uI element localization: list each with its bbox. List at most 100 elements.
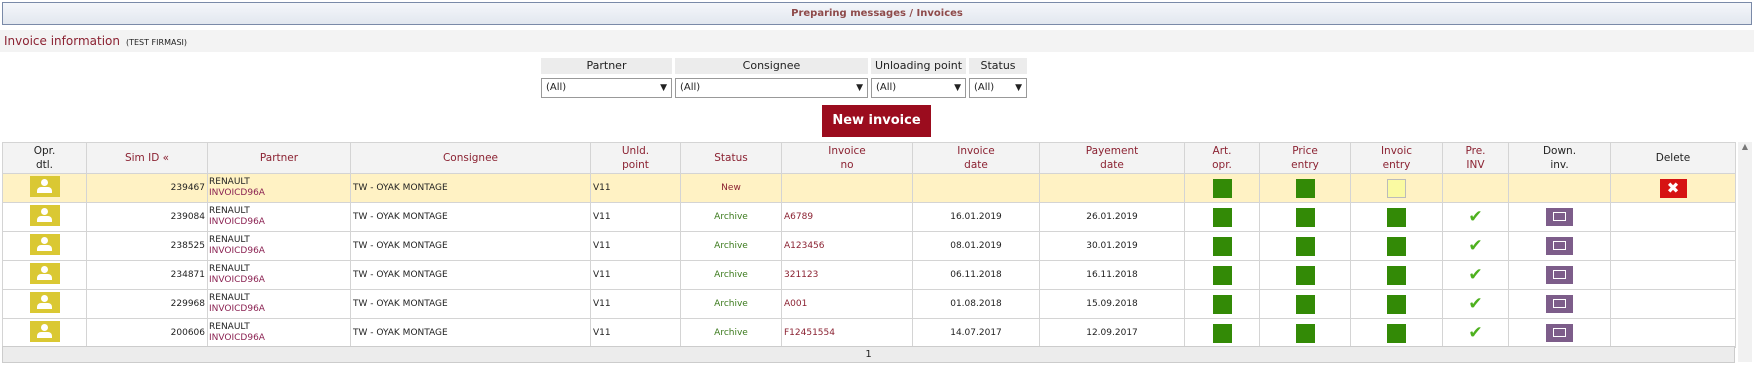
scroll-up-icon[interactable]: ▲: [1738, 142, 1752, 151]
table-row[interactable]: 229968 RENAULT INVOICD96A TW - OYAK MONTA…: [2, 289, 1736, 319]
art-opr-button[interactable]: [1212, 323, 1232, 343]
status-cell: Archive: [680, 289, 782, 319]
consignee-cell: TW - OYAK MONTAGE: [350, 202, 591, 232]
filter-unloading-select[interactable]: (All) ▼: [871, 78, 966, 98]
dropdown-arrow-icon: ▼: [954, 83, 961, 93]
price-entry-button[interactable]: [1295, 236, 1315, 256]
dropdown-arrow-icon: ▼: [1015, 83, 1022, 93]
info-title: Invoice information: [4, 34, 120, 48]
opr-detail-button[interactable]: [29, 321, 60, 342]
delete-cell: [1610, 202, 1736, 232]
col-partner[interactable]: Partner: [207, 142, 351, 174]
table-row[interactable]: 238525 RENAULT INVOICD96A TW - OYAK MONTA…: [2, 231, 1736, 261]
opr-detail-button[interactable]: [29, 176, 60, 197]
col-consignee[interactable]: Consignee: [350, 142, 591, 174]
opr-detail-button[interactable]: [29, 234, 60, 255]
filter-unloading-value: (All): [876, 82, 897, 93]
filter-consignee-select[interactable]: (All) ▼: [675, 78, 868, 98]
filter-status-select[interactable]: (All) ▼: [969, 78, 1027, 98]
table-scrollbar[interactable]: ▲: [1738, 142, 1752, 362]
invoic-entry-button[interactable]: [1387, 323, 1406, 343]
filter-unloading-label: Unloading point: [871, 58, 966, 74]
download-invoice-button[interactable]: [1546, 324, 1573, 342]
col-invoice-no[interactable]: Invoice no: [781, 142, 913, 174]
page-number[interactable]: 1: [865, 349, 871, 360]
delete-button[interactable]: ✖: [1659, 178, 1687, 198]
delete-cell: [1610, 260, 1736, 290]
info-bar: Invoice information (TEST FIRMASI): [0, 30, 1754, 52]
unld-point-cell: V11: [590, 318, 681, 348]
opr-detail-button[interactable]: [29, 292, 60, 313]
status-cell: New: [680, 173, 782, 203]
consignee-cell: TW - OYAK MONTAGE: [350, 289, 591, 319]
filter-status-label: Status: [969, 58, 1027, 74]
payment-date-cell: 30.01.2019: [1039, 231, 1185, 261]
table-row[interactable]: 239467 RENAULT INVOICD96A TW - OYAK MONTA…: [2, 173, 1736, 203]
new-invoice-button[interactable]: New invoice: [822, 105, 931, 137]
col-invoice-date[interactable]: Invoice date: [912, 142, 1040, 174]
table-row[interactable]: 200606 RENAULT INVOICD96A TW - OYAK MONTA…: [2, 318, 1736, 348]
delete-cell: [1610, 231, 1736, 261]
check-icon: ✔: [1468, 207, 1483, 227]
download-card-icon: [1553, 328, 1566, 337]
payment-date-cell: 16.11.2018: [1039, 260, 1185, 290]
invoice-date-cell: 01.08.2018: [912, 289, 1040, 319]
filter-consignee-label: Consignee: [675, 58, 868, 74]
download-card-icon: [1553, 241, 1566, 250]
filter-partner-select[interactable]: (All) ▼: [541, 78, 672, 98]
art-opr-button[interactable]: [1212, 236, 1232, 256]
download-invoice-button[interactable]: [1546, 295, 1573, 313]
download-invoice-button[interactable]: [1546, 266, 1573, 284]
col-invoic-entry[interactable]: Invoic entry: [1350, 142, 1443, 174]
invoice-no-cell: A001: [781, 289, 913, 319]
invoic-entry-button[interactable]: [1387, 265, 1406, 285]
invoic-entry-button[interactable]: [1387, 207, 1406, 227]
status-cell: Archive: [680, 260, 782, 290]
col-price-entry[interactable]: Price entry: [1259, 142, 1351, 174]
col-unld-point[interactable]: Unld. point: [590, 142, 681, 174]
invoic-entry-button[interactable]: [1387, 236, 1406, 256]
invoic-entry-button[interactable]: [1387, 178, 1406, 198]
opr-detail-button[interactable]: [29, 205, 60, 226]
art-opr-button[interactable]: [1212, 294, 1232, 314]
partner-cell: RENAULT INVOICD96A: [207, 289, 351, 319]
price-entry-button[interactable]: [1295, 207, 1315, 227]
company-name: (TEST FIRMASI): [125, 38, 188, 47]
close-icon: ✖: [1666, 178, 1680, 197]
price-entry-button[interactable]: [1295, 178, 1315, 198]
download-invoice-button[interactable]: [1546, 237, 1573, 255]
art-opr-button[interactable]: [1212, 265, 1232, 285]
col-payment-date[interactable]: Payement date: [1039, 142, 1185, 174]
filter-partner-label: Partner: [541, 58, 672, 74]
art-opr-button[interactable]: [1212, 178, 1232, 198]
col-art-opr[interactable]: Art. opr.: [1184, 142, 1260, 174]
col-pre-inv[interactable]: Pre. INV: [1442, 142, 1509, 174]
table-row[interactable]: 239084 RENAULT INVOICD96A TW - OYAK MONTA…: [2, 202, 1736, 232]
invoic-entry-button[interactable]: [1387, 294, 1406, 314]
price-entry-button[interactable]: [1295, 294, 1315, 314]
check-icon: ✔: [1468, 236, 1483, 256]
sim-id-cell: 239467: [86, 173, 208, 203]
invoice-no-cell: A6789: [781, 202, 913, 232]
partner-cell: RENAULT INVOICD96A: [207, 260, 351, 290]
opr-detail-button[interactable]: [29, 263, 60, 284]
payment-date-cell: 26.01.2019: [1039, 202, 1185, 232]
check-icon: ✔: [1468, 265, 1483, 285]
col-status[interactable]: Status: [680, 142, 782, 174]
price-entry-button[interactable]: [1295, 265, 1315, 285]
art-opr-button[interactable]: [1212, 207, 1232, 227]
page-title: Preparing messages / Invoices: [791, 8, 963, 19]
download-card-icon: [1553, 270, 1566, 279]
unld-point-cell: V11: [590, 231, 681, 261]
dropdown-arrow-icon: ▼: [856, 83, 863, 93]
col-down-inv: Down. inv.: [1508, 142, 1611, 174]
price-entry-button[interactable]: [1295, 323, 1315, 343]
invoice-date-cell: 06.11.2018: [912, 260, 1040, 290]
download-card-icon: [1553, 299, 1566, 308]
dropdown-arrow-icon: ▼: [660, 83, 667, 93]
download-invoice-button[interactable]: [1546, 208, 1573, 226]
table-row[interactable]: 234871 RENAULT INVOICD96A TW - OYAK MONTA…: [2, 260, 1736, 290]
col-sim-id[interactable]: Sim ID «: [86, 142, 208, 174]
invoice-date-cell: 14.07.2017: [912, 318, 1040, 348]
unld-point-cell: V11: [590, 260, 681, 290]
